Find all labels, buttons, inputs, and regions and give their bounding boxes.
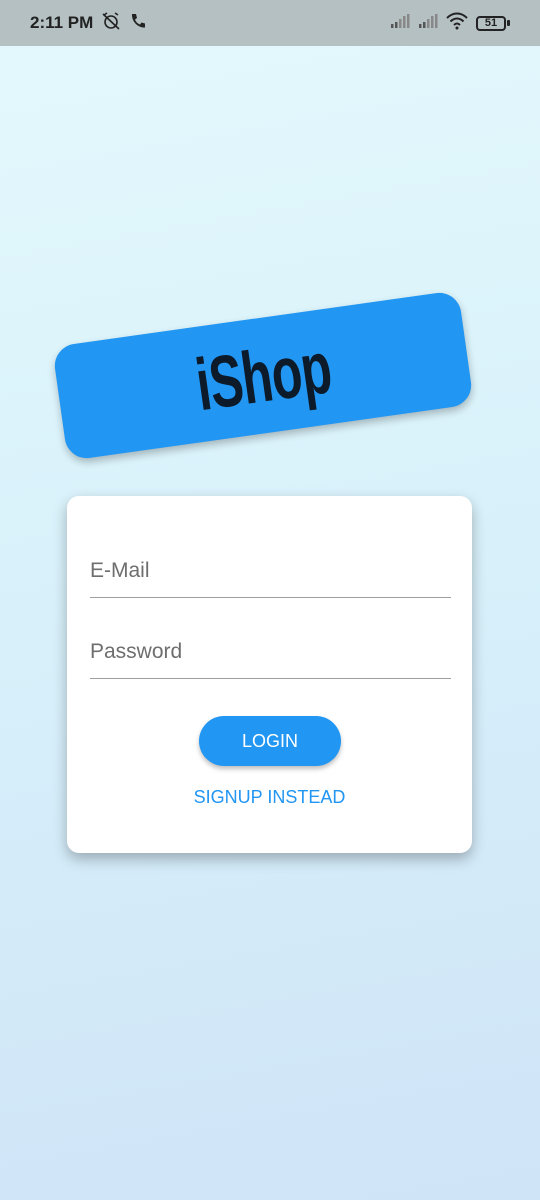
signup-instead-button[interactable]: SIGNUP INSTEAD (67, 787, 472, 808)
signal-icon (390, 13, 410, 34)
battery-icon: 51 (476, 15, 510, 31)
password-field-container (90, 619, 451, 679)
email-field-container (90, 538, 451, 598)
phone-icon (129, 12, 147, 35)
status-time: 2:11 PM (30, 13, 94, 32)
wifi-icon (446, 12, 468, 35)
status-left: 2:11 PM (30, 11, 147, 35)
alarm-off-icon (101, 11, 121, 35)
signal-icon (418, 13, 438, 34)
email-field[interactable] (90, 538, 451, 597)
password-field[interactable] (90, 619, 451, 678)
login-button[interactable]: LOGIN (199, 716, 341, 766)
logo-badge: iShop (51, 290, 475, 461)
status-right: 51 (390, 12, 510, 35)
battery-level: 51 (476, 15, 506, 31)
login-card: LOGIN SIGNUP INSTEAD (67, 496, 472, 853)
status-bar: 2:11 PM 51 (0, 0, 540, 46)
app-logo-text: iShop (190, 325, 336, 426)
